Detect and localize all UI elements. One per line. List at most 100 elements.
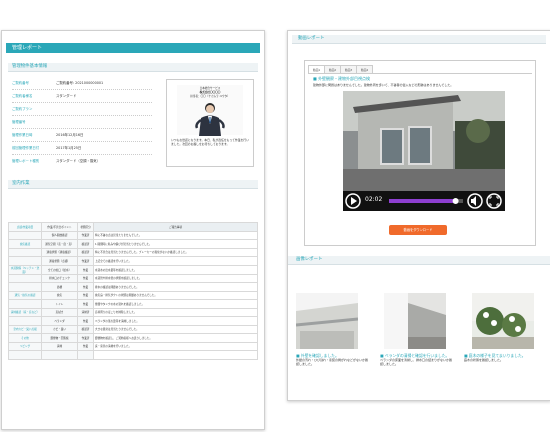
photo-caption: ■ 外壁を確認しました。 外壁の汚れ・ひび割れ・塗装の剥がれなどがないか確認しま… xyxy=(296,353,369,367)
table-cell: リビング xyxy=(8,341,42,351)
basic-info-section: ご契約番号 ご契約番号: 2021000000001 ご契約者様名 スタンダード ご… xyxy=(8,72,258,172)
table-row: 個人開放確認 作業済 特に不審な点は見当たりませんでした。 xyxy=(8,230,258,240)
table-cell: 作業 xyxy=(77,264,94,275)
table-row: 通電状態（通電確認） 確認済 特に不具合は見当たりませんでした。ブレーカーの異常がな… xyxy=(8,247,258,257)
table-cell: 作業 xyxy=(77,290,94,300)
table-cell: 清掃済 xyxy=(77,307,94,317)
video-note: 建物外部に問題はありませんでした。建物外周を歩いて、不審者の侵入などの形跡はあり… xyxy=(313,83,454,87)
table-cell: 個人開放確認 xyxy=(41,230,78,240)
table-cell: 換気 xyxy=(41,290,78,300)
table-cell: 清掃確認（床・窓など） xyxy=(8,307,42,317)
table-row: リビング 清掃 作業 床・家具の清掃を行いました。 xyxy=(8,341,258,351)
table-row: 水道関係（キッチン・洗面） 全ての蛇口（給水） 作業 水道水の出水量等を確認しました。 xyxy=(8,264,258,275)
table-cell: 室内カビ・臭い点検 xyxy=(8,324,42,334)
table-cell: 作業 xyxy=(77,299,94,309)
fullscreen-icon[interactable] xyxy=(486,193,502,209)
photo-thumbnail[interactable] xyxy=(472,293,534,349)
table-cell xyxy=(8,282,42,292)
table-cell: 浴槽 xyxy=(41,282,78,292)
staff-photo: 日本総合サービス 株式会社〇〇〇〇 担当者：〇〇（ナカムラ ユウタ） xyxy=(177,85,243,136)
table-cell: 排水の確認は問題ありませんでした。 xyxy=(93,282,258,292)
table-cell: ベランダ xyxy=(41,316,78,326)
table-cell xyxy=(8,256,42,266)
table-row: その他 郵便物・回覧板 作業済 郵便物を確認し、ご契約者様へお送りしました。 xyxy=(8,333,258,343)
table-cell: 水道管や排水管の状態を確認しました。 xyxy=(93,273,258,283)
table-cell: 全ての蛇口（給水） xyxy=(41,264,78,275)
table-cell: 窓枠周りのほこりを掃除しました。 xyxy=(93,307,258,317)
photo-thumbnail[interactable] xyxy=(384,293,446,349)
table-cell: 作業 xyxy=(77,282,94,292)
table-cell: 作業 xyxy=(77,316,94,326)
photo-thumbnail[interactable] xyxy=(296,293,358,349)
table-cell: 水道水の出水量等を確認しました。 xyxy=(93,264,258,275)
table-cell: 上記全ての確認を行いました。 xyxy=(93,256,258,266)
table-cell: 確認済 xyxy=(77,239,94,249)
table-row: 浴槽 作業 排水の確認は問題ありませんでした。 xyxy=(8,282,258,292)
table-cell: 通気・換気の確認 xyxy=(8,290,42,300)
table-cell: 便器やタンクの水の流れを確認しました。 xyxy=(93,299,258,309)
table-cell xyxy=(8,273,42,283)
basic-info-heading: 管理物件基本情報 xyxy=(8,63,258,72)
table-cell: 床・家具の清掃を行いました。 xyxy=(93,341,258,351)
table-cell: 通気空間（窓・扉・窓） xyxy=(41,239,78,249)
table-row xyxy=(8,350,258,360)
video-controls: 02:02 xyxy=(343,191,505,211)
video-panel: 動画1 動画2 動画3 動画4 ■ 外壁観察・建物外部目視点検 建物外部に問題は… xyxy=(304,60,536,246)
table-cell xyxy=(93,350,258,360)
table-cell xyxy=(8,247,42,257)
table-cell: 特に不具合は見当たりませんでした。ブレーカーの異常がないか確認しました。 xyxy=(93,247,258,257)
table-cell xyxy=(41,350,78,360)
table-row: 清掃確認（床・窓など） 窓拭き 清掃済 窓枠周りのほこりを掃除しました。 xyxy=(8,307,258,317)
photo-heading: 画像レポート xyxy=(288,256,550,265)
photo-caption: ■ ベランダの清掃と確認を行いました。 ベランダの床面を清掃し、排水口の詰まりが… xyxy=(380,353,453,367)
table-cell xyxy=(8,350,42,360)
video-title: ■ 外壁観察・建物外部目視点検 xyxy=(313,76,371,81)
staff-message: いつもお世話になります。本日、私が責任をもって作業を行いました。次回のお越しをお… xyxy=(171,138,249,146)
table-cell: 水道関係（キッチン・洗面） xyxy=(8,264,42,275)
staff-card: 日本総合サービス 株式会社〇〇〇〇 担当者：〇〇（ナカムラ ユウタ） いつもお世… xyxy=(166,79,254,167)
table-row: 室内カビ・臭い点検 カビ・臭い 確認済 大きな異常は見当たりませんでした。 xyxy=(8,324,258,334)
table-cell xyxy=(8,230,42,240)
progress-fill xyxy=(389,199,456,203)
play-icon[interactable] xyxy=(345,193,361,209)
report-title: 管理レポート xyxy=(6,43,260,53)
table-cell: 確認済 xyxy=(77,324,94,334)
table-cell: 大きな異常は見当たりませんでした。 xyxy=(93,324,258,334)
table-cell xyxy=(8,299,42,309)
check-heading: 室内作業 xyxy=(8,180,258,189)
table-row: 通気・換気の確認 換気 作業 換気扇・排気ダクトの状態は問題ありませんでした。 xyxy=(8,290,258,300)
table-row: トイレ 作業 便器やタンクの水の流れを確認しました。 xyxy=(8,299,258,309)
table-row: 換気確認 通気空間（窓・扉・窓） 確認済 1.開閉時に軋みや錆びが見当たりませんでした… xyxy=(8,239,258,249)
download-video-button[interactable]: 動画をダウンロード xyxy=(389,225,447,235)
staff-portrait xyxy=(195,103,225,136)
table-cell: 清掃 xyxy=(41,341,78,351)
table-cell: 排水口のチェック xyxy=(41,273,78,283)
video-player[interactable]: 02:02 xyxy=(343,91,505,211)
table-row: 通電状態（点検） 作業済 上記全ての確認を行いました。 xyxy=(8,256,258,266)
table-cell: 作業 xyxy=(77,341,94,351)
photo-caption: ■ 庭木の様子を見てまいりました。 庭木の状態を確認しました。 xyxy=(464,353,526,363)
table-cell: 換気扇・排気ダクトの状態は問題ありませんでした。 xyxy=(93,290,258,300)
progress-knob[interactable] xyxy=(452,198,459,204)
table-cell: 作業済 xyxy=(77,230,94,240)
table-cell xyxy=(77,350,94,360)
video-time: 02:02 xyxy=(365,196,383,203)
table-cell xyxy=(8,316,42,326)
table-cell: 通電状態（点検） xyxy=(41,256,78,266)
check-table: 点検/作業項目 作業/不具合ポイント 状態区分 ご報告事項 個人開放確認 作業済特… xyxy=(8,222,258,360)
table-cell: 郵便物を確認し、ご契約者様へお送りしました。 xyxy=(93,333,258,343)
video-frame xyxy=(343,91,505,191)
table-cell: 換気確認 xyxy=(8,239,42,249)
video-photo-report-page: 動画レポート 動画1 動画2 動画3 動画4 ■ 外壁観察・建物外部目視点検 建… xyxy=(287,30,550,401)
table-cell: 窓拭き xyxy=(41,307,78,317)
table-cell: 作業済 xyxy=(77,333,94,343)
management-report-page: 管理レポート 管理物件基本情報 ご契約番号 ご契約番号: 202100000000… xyxy=(1,30,265,430)
table-cell: トイレ xyxy=(41,299,78,309)
table-cell: 作業 xyxy=(77,273,94,283)
table-cell: 特に不審な点は見当たりませんでした。 xyxy=(93,230,258,240)
table-row: ベランダ 作業 ベランダの落ち葉等を清掃しました。 xyxy=(8,316,258,326)
volume-icon[interactable] xyxy=(467,193,483,209)
table-cell: ベランダの落ち葉等を清掃しました。 xyxy=(93,316,258,326)
table-row: 排水口のチェック 作業 水道管や排水管の状態を確認しました。 xyxy=(8,273,258,283)
table-cell: 作業済 xyxy=(77,256,94,266)
